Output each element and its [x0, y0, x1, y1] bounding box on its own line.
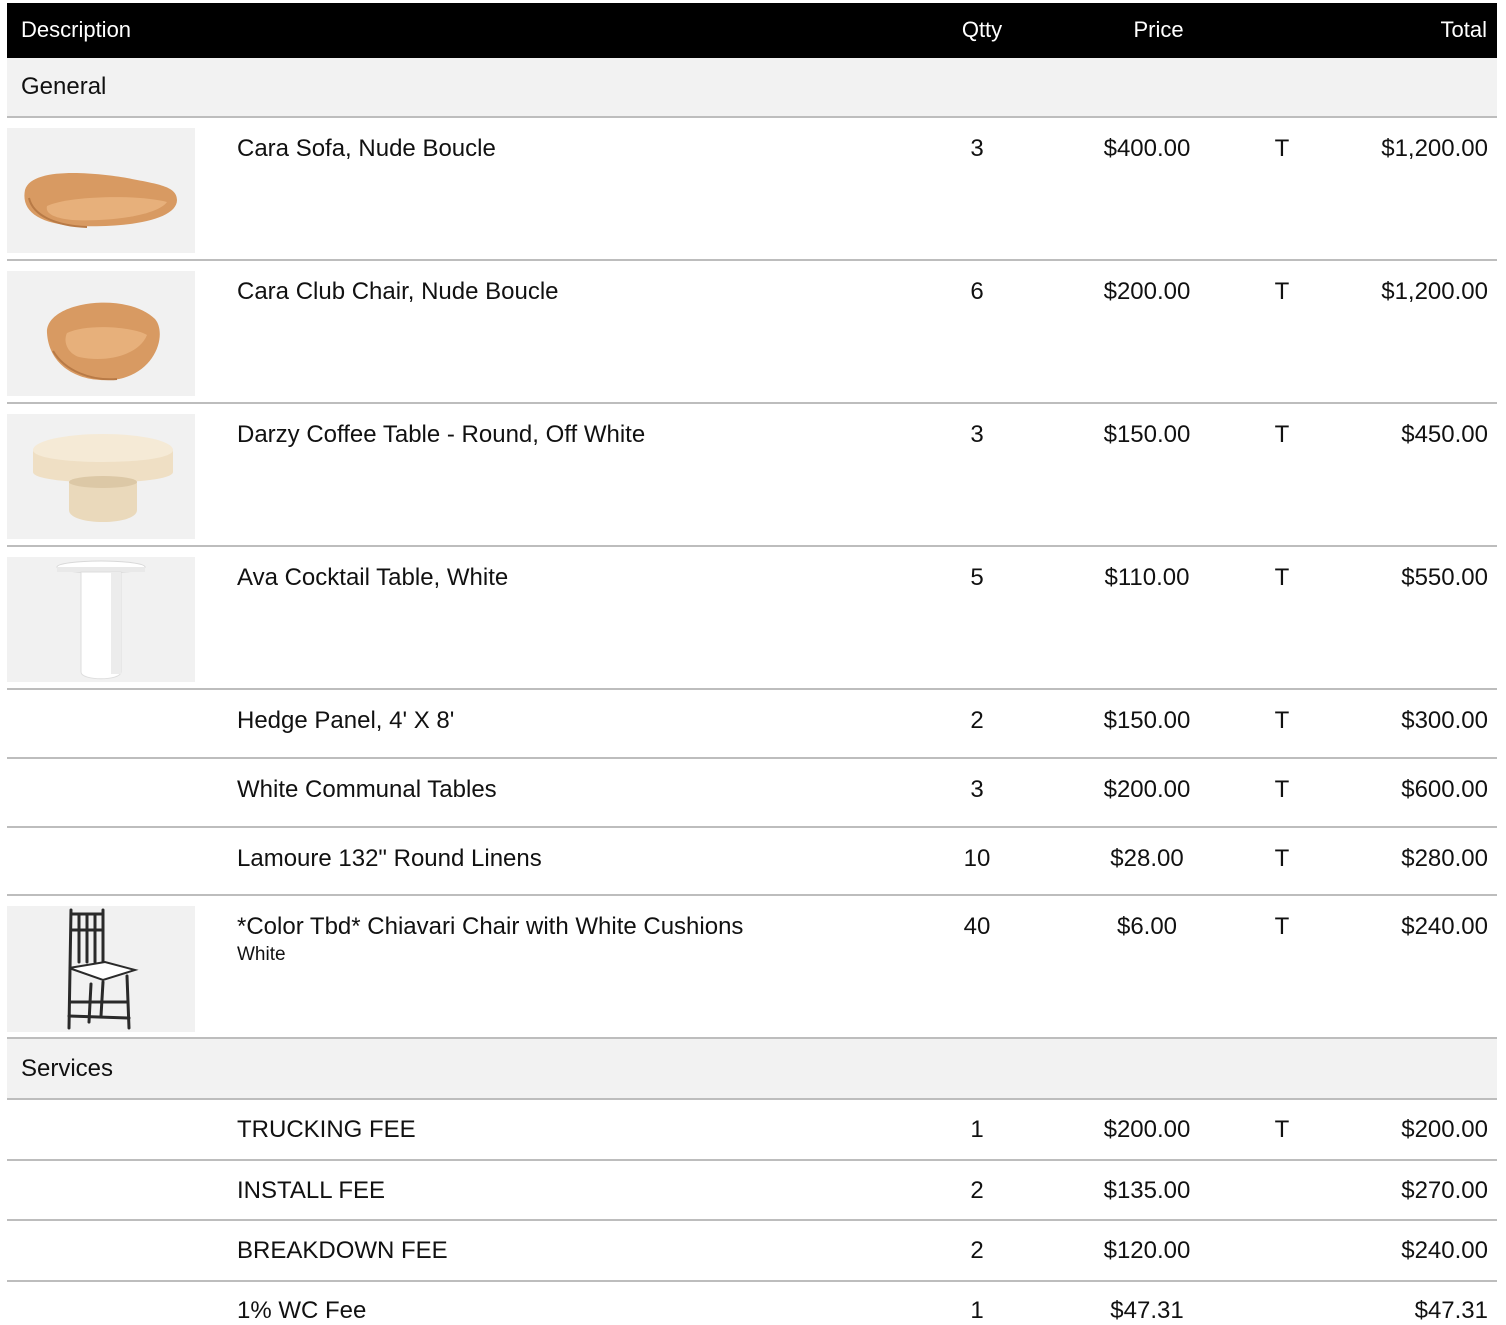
- item-total: $550.00: [1401, 564, 1488, 591]
- section-title: Services: [21, 1055, 114, 1082]
- item-total: $200.00: [1401, 1116, 1488, 1143]
- section-services: Services: [7, 1039, 1497, 1099]
- table-row: BREAKDOWN FEE 2 $120.00 $240.00: [7, 1221, 1497, 1281]
- sofa-image: [7, 128, 195, 253]
- item-tax: T: [1274, 564, 1290, 591]
- header-price: Price: [1133, 17, 1184, 42]
- item-description: 1% WC Fee: [237, 1297, 367, 1324]
- item-qty: 1: [970, 1297, 984, 1324]
- item-subtext: White: [237, 944, 286, 965]
- section-general: General: [7, 58, 1497, 116]
- header-qtty: Qtty: [961, 17, 1003, 42]
- item-tax: T: [1274, 845, 1290, 872]
- item-qty: 10: [963, 845, 991, 872]
- item-tax: T: [1274, 707, 1290, 734]
- item-price: $200.00: [1103, 776, 1191, 803]
- item-total: $240.00: [1401, 1237, 1488, 1264]
- table-row: Cara Club Chair, Nude Boucle 6 $200.00 T…: [7, 261, 1497, 403]
- table-row: *Color Tbd* Chiavari Chair with White Cu…: [7, 896, 1497, 1038]
- table-row: INSTALL FEE 2 $135.00 $270.00: [7, 1161, 1497, 1221]
- table-header: Description Qtty Price Total: [7, 3, 1497, 58]
- item-description: TRUCKING FEE: [237, 1116, 416, 1143]
- cocktail-table-image: [7, 557, 195, 682]
- item-tax: T: [1274, 913, 1290, 940]
- item-description: *Color Tbd* Chiavari Chair with White Cu…: [237, 913, 744, 940]
- header-description: Description: [21, 17, 132, 42]
- item-qty: 40: [963, 913, 991, 940]
- item-tax: T: [1274, 135, 1290, 162]
- table-row: Cara Sofa, Nude Boucle 3 $400.00 T $1,20…: [7, 118, 1497, 260]
- item-description: Darzy Coffee Table - Round, Off White: [237, 421, 646, 448]
- item-qty: 5: [970, 564, 984, 591]
- table-row: Lamoure 132" Round Linens 10 $28.00 T $2…: [7, 828, 1497, 896]
- club-chair-image: [7, 271, 195, 396]
- table-row: TRUCKING FEE 1 $200.00 T $200.00: [7, 1100, 1497, 1160]
- item-price: $200.00: [1103, 1116, 1191, 1143]
- table-row: Darzy Coffee Table - Round, Off White 3 …: [7, 404, 1497, 546]
- item-tax: T: [1274, 278, 1290, 305]
- item-tax: T: [1274, 421, 1290, 448]
- item-total: $240.00: [1401, 913, 1488, 940]
- item-qty: 2: [970, 1237, 984, 1264]
- item-qty: 3: [970, 135, 984, 162]
- item-description: INSTALL FEE: [237, 1177, 386, 1204]
- table-row: White Communal Tables 3 $200.00 T $600.0…: [7, 759, 1497, 827]
- item-qty: 3: [970, 421, 984, 448]
- item-price: $28.00: [1110, 845, 1184, 872]
- coffee-table-image: [7, 414, 195, 539]
- item-price: $120.00: [1103, 1237, 1191, 1264]
- item-price: $6.00: [1116, 913, 1178, 940]
- item-qty: 1: [970, 1116, 984, 1143]
- item-tax: T: [1274, 1116, 1290, 1143]
- item-price: $200.00: [1103, 278, 1191, 305]
- item-description: Ava Cocktail Table, White: [237, 564, 509, 591]
- item-total: $270.00: [1401, 1177, 1488, 1204]
- item-tax: T: [1274, 776, 1290, 803]
- item-description: Cara Club Chair, Nude Boucle: [237, 278, 559, 305]
- item-price: $135.00: [1103, 1177, 1191, 1204]
- item-total: $1,200.00: [1381, 135, 1488, 162]
- item-total: $280.00: [1401, 845, 1488, 872]
- item-total: $300.00: [1401, 707, 1488, 734]
- item-qty: 3: [970, 776, 984, 803]
- table-row: 1% WC Fee 1 $47.31 $47.31: [7, 1282, 1497, 1324]
- table-row: Hedge Panel, 4' X 8' 2 $150.00 T $300.00: [7, 690, 1497, 758]
- section-title: General: [21, 73, 107, 100]
- header-total: Total: [1440, 17, 1487, 42]
- chiavari-chair-image: [7, 906, 195, 1032]
- item-qty: 2: [970, 707, 984, 734]
- item-qty: 6: [970, 278, 984, 305]
- item-price: $110.00: [1104, 564, 1190, 591]
- item-total: $1,200.00: [1381, 278, 1488, 305]
- item-description: BREAKDOWN FEE: [237, 1237, 448, 1264]
- table-row: Ava Cocktail Table, White 5 $110.00 T $5…: [7, 547, 1497, 689]
- item-description: White Communal Tables: [237, 776, 497, 803]
- item-price: $150.00: [1103, 707, 1191, 734]
- item-description: Lamoure 132" Round Linens: [237, 845, 542, 872]
- item-price: $400.00: [1103, 135, 1191, 162]
- item-price: $150.00: [1103, 421, 1191, 448]
- item-total: $450.00: [1401, 421, 1488, 448]
- item-description: Cara Sofa, Nude Boucle: [237, 135, 496, 162]
- item-total: $47.31: [1414, 1297, 1488, 1324]
- item-total: $600.00: [1401, 776, 1488, 803]
- item-description: Hedge Panel, 4' X 8': [237, 707, 455, 734]
- item-qty: 2: [970, 1177, 984, 1204]
- item-price: $47.31: [1110, 1297, 1184, 1324]
